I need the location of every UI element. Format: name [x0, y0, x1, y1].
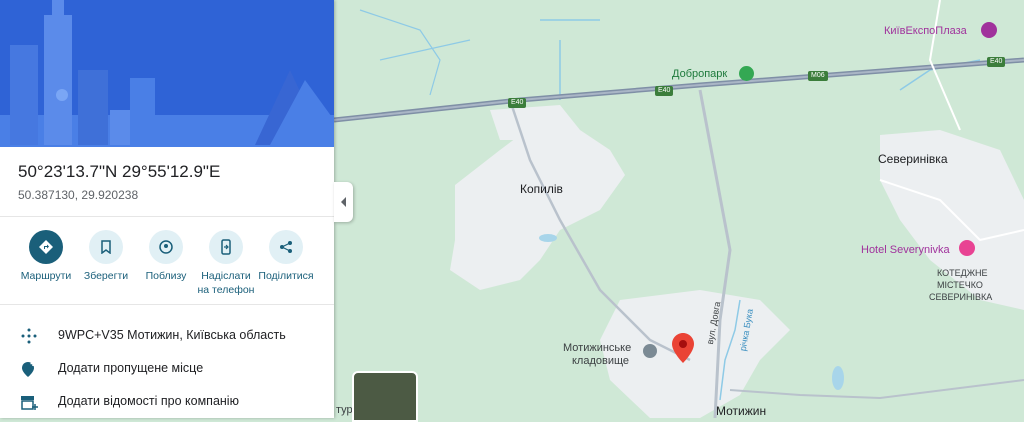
coordinates-title: 50°23'13.7"N 29°55'12.9"E: [18, 162, 221, 181]
place-panel: 50°23'13.7"N 29°55'12.9"E 50.387130, 29.…: [0, 0, 334, 418]
plus-code-text: 9WPC+V35 Мотижин, Київська область: [58, 328, 286, 342]
plus-code-row[interactable]: 9WPC+V35 Мотижин, Київська область: [0, 320, 334, 350]
directions-label: Маршрути: [20, 270, 72, 282]
map-label-cemetery-2[interactable]: кладовище: [572, 355, 629, 367]
hotel-poi-icon[interactable]: [959, 240, 975, 256]
plus-code-icon: [20, 327, 38, 345]
share-label: Поділитися: [258, 270, 314, 282]
send-to-phone-icon: [209, 230, 243, 264]
nearby-label: Поблизу: [145, 270, 187, 282]
pond-2: [539, 234, 557, 242]
send-to-phone-label: Надіслати на телефон: [197, 270, 255, 296]
map-label-cottage-2: МІСТЕЧКО: [937, 280, 983, 290]
pond: [832, 366, 844, 390]
map-label-severynivka[interactable]: Северинівка: [878, 152, 948, 166]
bookmark-icon: [89, 230, 123, 264]
divider: [0, 304, 334, 305]
nearby-icon: [149, 230, 183, 264]
send-to-phone-button[interactable]: Надіслати на телефон: [194, 230, 258, 297]
location-pin[interactable]: [672, 333, 694, 363]
cemetery-icon[interactable]: [643, 344, 657, 358]
add-business-text: Додати відомості про компанію: [58, 394, 239, 408]
nearby-button[interactable]: Поблизу: [134, 230, 198, 283]
shield-m06: M06: [808, 71, 828, 81]
chevron-left-icon: [341, 197, 346, 207]
map-label-partial: тур: [336, 404, 353, 416]
map-label-cottage-1: КОТЕДЖНЕ: [937, 268, 988, 278]
add-place-text: Додати пропущене місце: [58, 361, 204, 375]
divider: [0, 216, 334, 217]
map-label-kopyliv[interactable]: Копилів: [520, 182, 563, 196]
map-label-kyivexpoplaza[interactable]: КиївЕкспоПлаза: [884, 25, 967, 37]
park-icon[interactable]: [739, 66, 754, 81]
directions-button[interactable]: Маршрути: [14, 230, 78, 283]
map-label-cottage-3: СЕВЕРИНІВКА: [929, 292, 993, 302]
shield-e40-c: E40: [987, 57, 1006, 67]
map-label-motyzhyn[interactable]: Мотижин: [716, 404, 766, 418]
shield-e40-b: E40: [655, 86, 674, 96]
map-label-cemetery-1[interactable]: Мотижинське: [563, 342, 631, 354]
collapse-panel-button[interactable]: [334, 182, 353, 222]
save-label: Зберегти: [83, 270, 129, 282]
layers-thumbnail-button[interactable]: [352, 371, 418, 422]
share-button[interactable]: Поділитися: [254, 230, 318, 283]
add-place-icon: [20, 360, 38, 378]
map-label-dobropark[interactable]: Добропарк: [672, 68, 727, 80]
directions-icon: [29, 230, 63, 264]
hero-illustration: [0, 0, 334, 147]
add-business-row[interactable]: Додати відомості про компанію: [0, 386, 334, 416]
add-business-icon: [20, 393, 38, 411]
save-button[interactable]: Зберегти: [74, 230, 138, 283]
map-label-hotel[interactable]: Hotel Severynivka: [861, 244, 950, 256]
coordinates-decimal[interactable]: 50.387130, 29.920238: [18, 188, 138, 202]
shield-e40-a: E40: [508, 98, 527, 108]
share-icon: [269, 230, 303, 264]
add-place-row[interactable]: Додати пропущене місце: [0, 353, 334, 383]
kyivexpoplaza-poi-icon[interactable]: [981, 22, 997, 38]
